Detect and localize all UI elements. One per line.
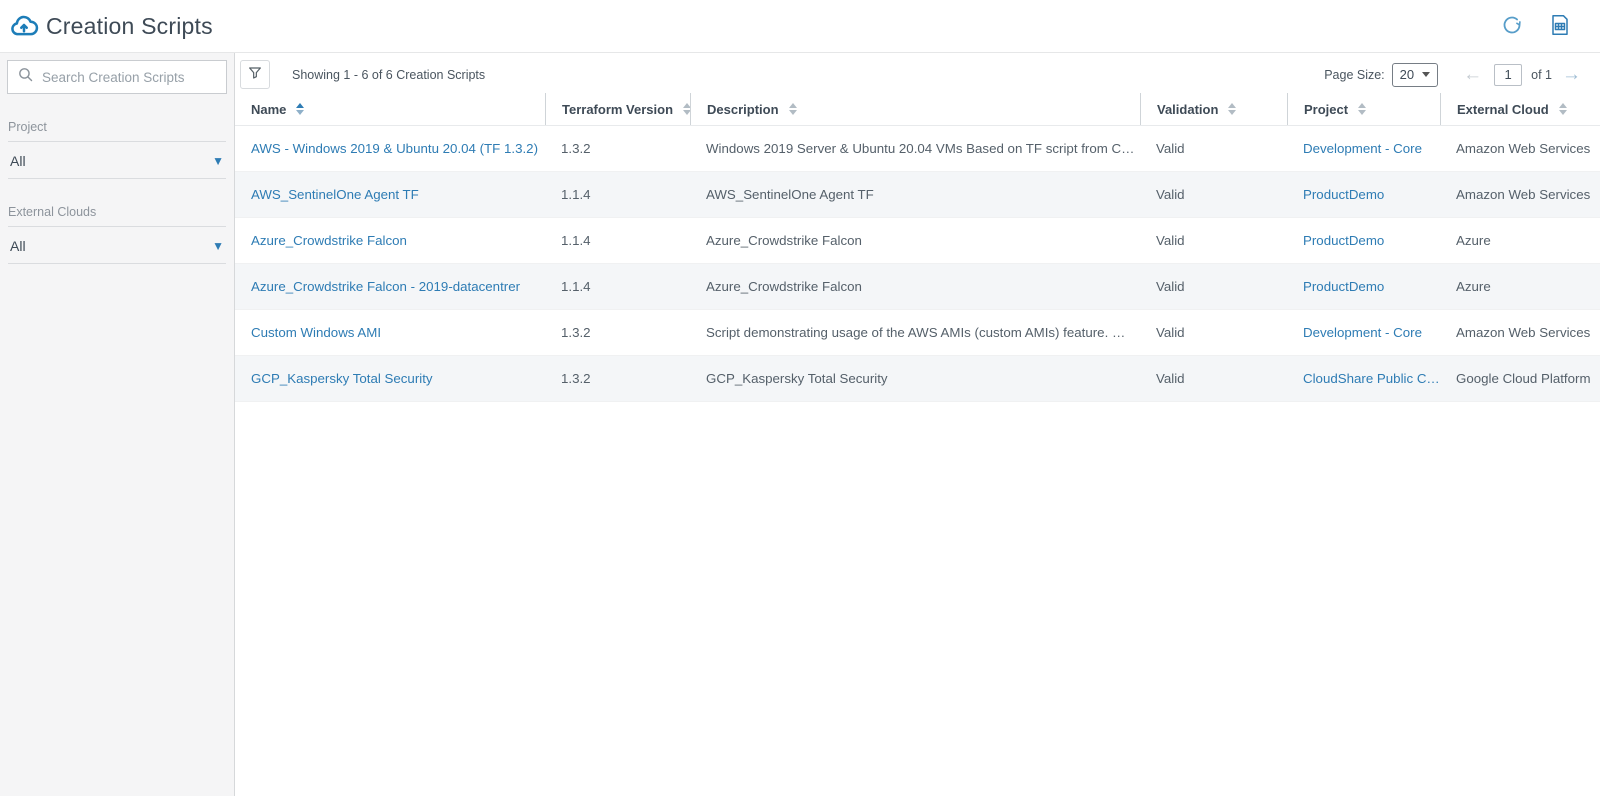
main-layout: Project All ▼ External Clouds All ▼ xyxy=(0,53,1600,796)
showing-count-text: Showing 1 - 6 of 6 Creation Scripts xyxy=(292,67,486,82)
validation-cell: Valid xyxy=(1156,187,1185,202)
filter-sidebar: Project All ▼ External Clouds All ▼ xyxy=(0,53,235,796)
page-title: Creation Scripts xyxy=(46,12,213,39)
column-header-name[interactable]: Name xyxy=(235,93,545,125)
sort-icon xyxy=(1228,103,1237,115)
project-link[interactable]: ProductDemo xyxy=(1303,187,1384,202)
search-box xyxy=(7,60,227,94)
creation-scripts-table: Name Terraform Version Description Valid… xyxy=(235,93,1600,402)
column-header-project[interactable]: Project xyxy=(1287,93,1440,125)
validation-cell: Valid xyxy=(1156,371,1185,386)
column-label: Terraform Version xyxy=(562,101,674,117)
sort-icon xyxy=(1558,103,1567,115)
project-link[interactable]: CloudShare Public C… xyxy=(1303,371,1440,386)
column-header-description[interactable]: Description xyxy=(690,93,1140,125)
validation-cell: Valid xyxy=(1156,325,1185,340)
external-cloud-cell: Azure xyxy=(1456,279,1491,294)
external-cloud-cell: Amazon Web Services xyxy=(1456,187,1591,202)
external-cloud-cell: Amazon Web Services xyxy=(1456,141,1591,156)
description-cell: Windows 2019 Server & Ubuntu 20.04 VMs B… xyxy=(706,141,1135,156)
page-number-input[interactable] xyxy=(1494,63,1523,86)
project-filter-select[interactable]: All ▼ xyxy=(8,142,226,179)
table-row: Custom Windows AMI 1.3.2 Script demonstr… xyxy=(235,310,1600,356)
external-clouds-filter-select[interactable]: All ▼ xyxy=(8,227,226,264)
project-filter-value: All xyxy=(10,153,26,169)
table-row: Azure_Crowdstrike Falcon 1.1.4 Azure_Cro… xyxy=(235,218,1600,264)
project-link[interactable]: Development - Core xyxy=(1303,325,1422,340)
pagination: Page Size: 20 ← of 1 → xyxy=(1324,62,1584,87)
script-name-link[interactable]: Azure_Crowdstrike Falcon - 2019-datacent… xyxy=(251,279,520,294)
script-name-link[interactable]: GCP_Kaspersky Total Security xyxy=(251,371,433,386)
column-header-terraform-version[interactable]: Terraform Version xyxy=(545,93,692,125)
page-size-label: Page Size: xyxy=(1324,67,1385,82)
terraform-version-cell: 1.3.2 xyxy=(561,325,591,340)
description-cell: Azure_Crowdstrike Falcon xyxy=(706,233,862,248)
page-size-value: 20 xyxy=(1399,67,1415,82)
script-name-link[interactable]: AWS_SentinelOne Agent TF xyxy=(251,187,419,202)
app-header: Creation Scripts xyxy=(0,0,1600,53)
project-link[interactable]: ProductDemo xyxy=(1303,279,1384,294)
page-of-label: of 1 xyxy=(1531,67,1552,82)
script-name-link[interactable]: AWS - Windows 2019 & Ubuntu 20.04 (TF 1.… xyxy=(251,141,538,156)
terraform-version-cell: 1.3.2 xyxy=(561,141,591,156)
table-row: AWS_SentinelOne Agent TF 1.1.4 AWS_Senti… xyxy=(235,172,1600,218)
chevron-down-icon: ▼ xyxy=(212,239,224,253)
next-page-arrow[interactable]: → xyxy=(1559,65,1584,84)
external-clouds-filter-label: External Clouds xyxy=(8,205,226,227)
column-label: Validation xyxy=(1157,101,1219,117)
project-link[interactable]: ProductDemo xyxy=(1303,233,1384,248)
table-body: AWS - Windows 2019 & Ubuntu 20.04 (TF 1.… xyxy=(235,126,1600,402)
terraform-version-cell: 1.3.2 xyxy=(561,371,591,386)
content-area: Showing 1 - 6 of 6 Creation Scripts Page… xyxy=(235,53,1600,796)
search-input[interactable] xyxy=(42,69,219,85)
external-cloud-cell: Azure xyxy=(1456,233,1491,248)
project-link[interactable]: Development - Core xyxy=(1303,141,1422,156)
column-header-validation[interactable]: Validation xyxy=(1140,93,1287,125)
page-size-select[interactable]: 20 xyxy=(1391,62,1439,87)
refresh-icon xyxy=(1500,13,1524,40)
description-cell: Script demonstrating usage of the AWS AM… xyxy=(706,325,1126,340)
sort-icon xyxy=(788,103,797,115)
column-header-external-cloud[interactable]: External Cloud xyxy=(1440,93,1600,125)
previous-page-arrow[interactable]: ← xyxy=(1460,65,1485,84)
external-cloud-cell: Google Cloud Platform xyxy=(1456,371,1591,386)
chevron-down-icon: ▼ xyxy=(212,154,224,168)
table-row: GCP_Kaspersky Total Security 1.3.2 GCP_K… xyxy=(235,356,1600,402)
description-cell: GCP_Kaspersky Total Security xyxy=(706,371,888,386)
filter-button[interactable] xyxy=(240,60,270,89)
description-cell: AWS_SentinelOne Agent TF xyxy=(706,187,874,202)
column-label: Name xyxy=(251,101,287,117)
funnel-icon xyxy=(247,65,263,84)
sort-icon xyxy=(296,103,305,115)
terraform-version-cell: 1.1.4 xyxy=(561,233,591,248)
table-toolbar: Showing 1 - 6 of 6 Creation Scripts Page… xyxy=(235,53,1600,89)
external-clouds-filter-value: All xyxy=(10,238,26,254)
cloud-upload-icon xyxy=(8,10,40,42)
external-cloud-cell: Amazon Web Services xyxy=(1456,325,1591,340)
terraform-version-cell: 1.1.4 xyxy=(561,279,591,294)
validation-cell: Valid xyxy=(1156,279,1185,294)
refresh-button[interactable] xyxy=(1498,11,1526,42)
project-filter-label: Project xyxy=(8,120,226,142)
sort-icon xyxy=(1358,103,1367,115)
export-table-document-icon xyxy=(1548,13,1572,40)
script-name-link[interactable]: Custom Windows AMI xyxy=(251,325,381,340)
validation-cell: Valid xyxy=(1156,141,1185,156)
script-name-link[interactable]: Azure_Crowdstrike Falcon xyxy=(251,233,407,248)
column-label: External Cloud xyxy=(1457,101,1549,117)
terraform-version-cell: 1.1.4 xyxy=(561,187,591,202)
table-row: AWS - Windows 2019 & Ubuntu 20.04 (TF 1.… xyxy=(235,126,1600,172)
chevron-down-icon xyxy=(1422,72,1431,77)
table-header: Name Terraform Version Description Valid… xyxy=(235,93,1600,126)
column-label: Project xyxy=(1304,101,1349,117)
description-cell: Azure_Crowdstrike Falcon xyxy=(706,279,862,294)
validation-cell: Valid xyxy=(1156,233,1185,248)
filter-group-external-clouds: External Clouds All ▼ xyxy=(8,205,226,264)
header-actions xyxy=(1498,11,1586,42)
export-button[interactable] xyxy=(1546,11,1574,42)
column-label: Description xyxy=(707,101,779,117)
table-row: Azure_Crowdstrike Falcon - 2019-datacent… xyxy=(235,264,1600,310)
filter-group-project: Project All ▼ xyxy=(8,120,226,179)
search-icon xyxy=(17,66,34,88)
